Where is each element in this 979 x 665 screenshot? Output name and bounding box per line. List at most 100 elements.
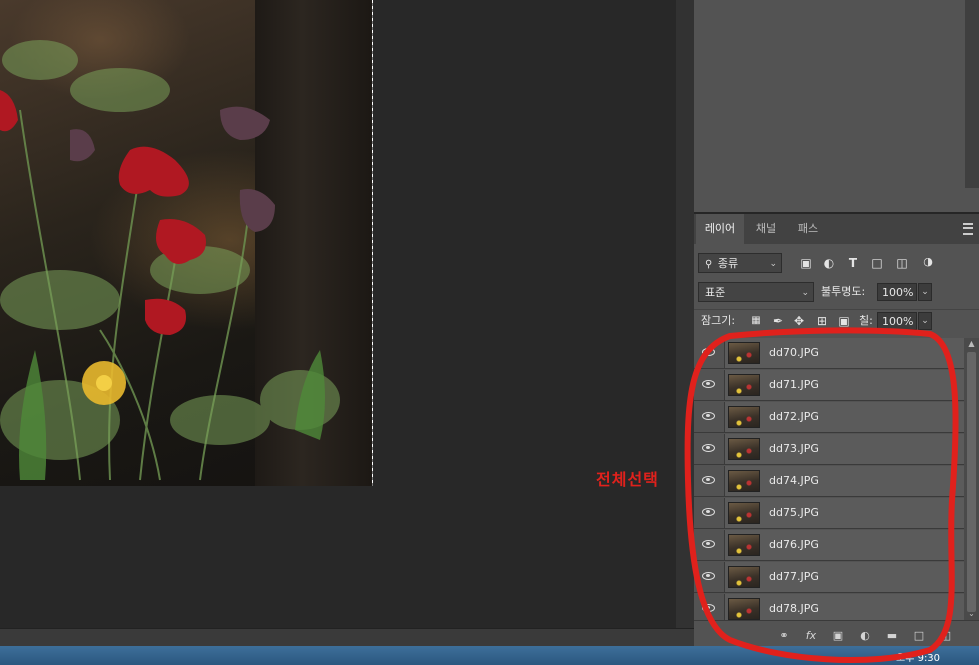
eye-icon — [702, 380, 715, 388]
layer-row[interactable]: dd78.JPG — [694, 594, 964, 620]
lock-artboard-icon[interactable]: ⊞ — [814, 313, 830, 329]
layer-thumbnail — [728, 374, 760, 396]
opacity-label: 불투명도: — [821, 285, 866, 298]
trash-icon[interactable]: ◫ — [939, 629, 953, 643]
layer-row[interactable]: dd76.JPG — [694, 530, 964, 561]
layer-thumbnail — [728, 566, 760, 588]
eye-icon — [702, 444, 715, 452]
layer-name: dd72.JPG — [769, 410, 819, 423]
folder-icon[interactable]: ▬ — [885, 629, 899, 643]
mask-icon[interactable]: ▣ — [831, 629, 845, 643]
eye-icon — [702, 476, 715, 484]
chevron-down-icon: ⌄ — [801, 288, 809, 298]
layer-thumbnail — [728, 438, 760, 460]
fill-dropdown[interactable]: ⌄ — [918, 312, 932, 330]
layer-name: dd77.JPG — [769, 570, 819, 583]
visibility-toggle[interactable] — [694, 338, 725, 368]
panel-menu-icon[interactable] — [963, 223, 973, 235]
layer-list-scrollbar[interactable]: ▲ ⌄ — [964, 338, 979, 620]
layer-thumbnail — [728, 534, 760, 556]
lock-all-icon[interactable]: ▣ — [836, 313, 852, 329]
layer-thumbnail — [728, 502, 760, 524]
visibility-toggle[interactable] — [694, 562, 725, 592]
eye-icon — [702, 604, 715, 612]
fx-icon[interactable]: fx — [804, 629, 818, 643]
lock-transparent-pixels-icon[interactable]: ▦ — [748, 313, 764, 329]
image-filter-icon[interactable]: ▣ — [798, 255, 814, 271]
scroll-down-icon[interactable]: ⌄ — [964, 608, 979, 620]
status-bar — [0, 628, 694, 647]
tab-paths[interactable]: 패스 — [788, 214, 828, 244]
fill-input[interactable]: 100% — [877, 312, 917, 330]
layers-panel-tabs: 레이어 채널 패스 — [694, 214, 979, 244]
tab-layers[interactable]: 레이어 — [696, 214, 744, 244]
layers-panel: 레이어 채널 패스 ⚲ 종류 ⌄ ▣ ◐ T □ ◫ ◑ 표준 ⌄ 불투명도: … — [694, 214, 979, 651]
filter-toggle-icon[interactable]: ◑ — [920, 254, 936, 270]
layer-thumbnail — [728, 342, 760, 364]
layer-name: dd73.JPG — [769, 442, 819, 455]
filter-kind-label: 종류 — [717, 257, 739, 270]
layer-name: dd70.JPG — [769, 346, 819, 359]
visibility-toggle[interactable] — [694, 466, 725, 496]
eye-icon — [702, 412, 715, 420]
search-icon: ⚲ — [705, 259, 713, 270]
lock-label: 잠그기: — [701, 314, 736, 327]
layer-name: dd76.JPG — [769, 538, 819, 551]
lock-position-icon[interactable]: ✥ — [791, 313, 807, 329]
visibility-toggle[interactable] — [694, 434, 725, 464]
smart-object-filter-icon[interactable]: ◫ — [894, 255, 910, 271]
eye-icon — [702, 540, 715, 548]
layer-list: dd70.JPG dd71.JPG dd72.JPG dd73.JPG dd74… — [694, 338, 964, 620]
visibility-toggle[interactable] — [694, 530, 725, 560]
layer-row[interactable]: dd75.JPG — [694, 498, 964, 529]
layer-row[interactable]: dd72.JPG — [694, 402, 964, 433]
layer-row[interactable]: dd73.JPG — [694, 434, 964, 465]
opacity-dropdown[interactable]: ⌄ — [918, 283, 932, 301]
eye-icon — [702, 348, 715, 356]
filter-kind-select[interactable]: ⚲ 종류 ⌄ — [698, 253, 782, 273]
fill-label: 칠: — [859, 314, 873, 327]
layer-name: dd78.JPG — [769, 602, 819, 615]
scrollbar-thumb[interactable] — [967, 352, 976, 612]
adjustment-filter-icon[interactable]: ◐ — [821, 255, 837, 271]
visibility-toggle[interactable] — [694, 370, 725, 400]
lock-row: 잠그기: ▦ ✒ ✥ ⊞ ▣ 칠: 100% ⌄ — [694, 309, 979, 332]
visibility-toggle[interactable] — [694, 594, 725, 620]
layer-row[interactable]: dd71.JPG — [694, 370, 964, 401]
blend-mode-value: 표준 — [705, 286, 726, 299]
chevron-down-icon: ⌄ — [769, 259, 777, 269]
shape-filter-icon[interactable]: □ — [869, 255, 885, 271]
lock-image-pixels-icon[interactable]: ✒ — [770, 313, 786, 329]
layer-row[interactable]: dd70.JPG — [694, 338, 964, 369]
link-icon[interactable]: ⚭ — [777, 629, 791, 643]
type-filter-icon[interactable]: T — [845, 255, 861, 271]
eye-icon — [702, 572, 715, 580]
upper-panel — [694, 0, 979, 212]
layer-name: dd74.JPG — [769, 474, 819, 487]
layer-row[interactable]: dd77.JPG — [694, 562, 964, 593]
adjustment-icon[interactable]: ◐ — [858, 629, 872, 643]
layer-name: dd75.JPG — [769, 506, 819, 519]
document-canvas[interactable] — [0, 0, 676, 628]
layer-thumbnail — [728, 470, 760, 492]
os-taskbar: 오후 9:30 — [0, 646, 979, 665]
flower-photo — [0, 0, 372, 486]
layer-thumbnail — [728, 406, 760, 428]
blend-row: 표준 ⌄ 불투명도: 100% ⌄ — [694, 281, 979, 303]
blend-mode-select[interactable]: 표준 ⌄ — [698, 282, 814, 302]
new-layer-icon[interactable]: □ — [912, 629, 926, 643]
tab-channels[interactable]: 채널 — [746, 214, 786, 244]
eye-icon — [702, 508, 715, 516]
scroll-up-icon[interactable]: ▲ — [964, 338, 979, 350]
visibility-toggle[interactable] — [694, 498, 725, 528]
opacity-input[interactable]: 100% — [877, 283, 917, 301]
layer-thumbnail — [728, 598, 760, 620]
flower-illustration — [0, 40, 340, 481]
filter-row: ⚲ 종류 ⌄ ▣ ◐ T □ ◫ ◑ — [694, 252, 979, 274]
upper-panel-scrollbar[interactable] — [965, 0, 979, 188]
visibility-toggle[interactable] — [694, 402, 725, 432]
taskbar-clock: 오후 9:30 — [896, 653, 941, 664]
panel-collapse-strip[interactable] — [676, 0, 694, 628]
layer-row[interactable]: dd74.JPG — [694, 466, 964, 497]
layer-name: dd71.JPG — [769, 378, 819, 391]
